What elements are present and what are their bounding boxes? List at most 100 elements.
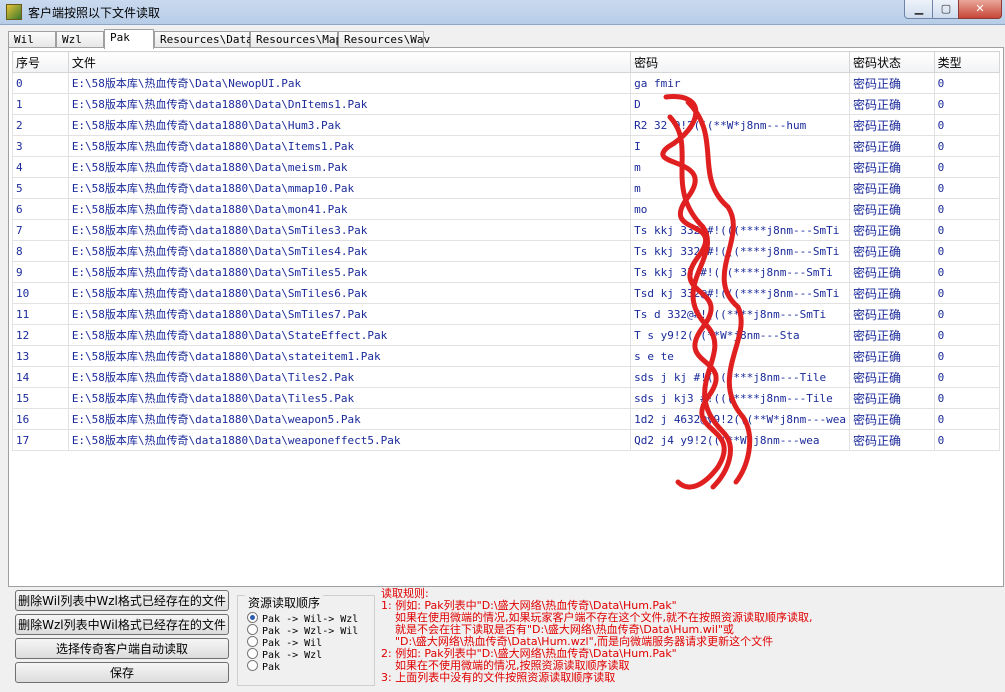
cell-password-status[interactable]: 密码正确 [849, 72, 935, 94]
tab-wil[interactable]: Wil [8, 31, 56, 48]
cell-type[interactable]: 0 [933, 114, 1000, 136]
tab-pak[interactable]: Pak [104, 29, 154, 49]
column-header-password[interactable]: 密码 [630, 51, 850, 73]
radio-icon[interactable] [247, 660, 258, 671]
cell-type[interactable]: 0 [933, 219, 1000, 241]
cell-file[interactable]: E:\58版本库\热血传奇\data1880\Data\stateitem1.P… [67, 345, 632, 367]
cell-password[interactable]: D [630, 93, 850, 115]
table-row[interactable]: 3 E:\58版本库\热血传奇\data1880\Data\Items1.Pak I… [12, 135, 1000, 157]
table-row[interactable]: 4 E:\58版本库\热血传奇\data1880\Data\meism.Pak m 密… [12, 156, 1000, 178]
table-row[interactable]: 13 E:\58版本库\热血传奇\data1880\Data\stateitem1… [12, 345, 1000, 367]
table-row[interactable]: 9 E:\58版本库\热血传奇\data1880\Data\SmTiles5.Pa… [12, 261, 1000, 283]
cell-password[interactable]: ga fmir [630, 72, 850, 94]
maximize-button[interactable]: ▢ [932, 0, 960, 19]
cell-type[interactable]: 0 [933, 261, 1000, 283]
cell-file[interactable]: E:\58版本库\热血传奇\data1880\Data\Tiles5.Pak [67, 387, 632, 409]
table-row[interactable]: 0 E:\58版本库\热血传奇\Data\NewopUI.Pak ga fmir 密码… [12, 72, 1000, 94]
table-row[interactable]: 8 E:\58版本库\热血传奇\data1880\Data\SmTiles4.Pa… [12, 240, 1000, 262]
cell-type[interactable]: 0 [933, 408, 1000, 430]
cell-password-status[interactable]: 密码正确 [849, 408, 935, 430]
cell-password-status[interactable]: 密码正确 [849, 93, 935, 115]
cell-index[interactable]: 2 [12, 114, 69, 136]
cell-password[interactable]: Ts kkj 332@#!(((****j8nm---SmTi [630, 219, 850, 241]
radio-selected-icon[interactable] [247, 612, 258, 623]
delete-wzl-duplicates-button[interactable]: 删除Wzl列表中Wil格式已经存在的文件 [15, 614, 229, 635]
cell-type[interactable]: 0 [933, 366, 1000, 388]
cell-index[interactable]: 16 [12, 408, 69, 430]
pak-file-grid[interactable]: 序号 文件 密码 密码状态 类型 0 E:\58版本库\热血传奇\Data\New… [12, 51, 1000, 583]
cell-index[interactable]: 15 [12, 387, 69, 409]
cell-file[interactable]: E:\58版本库\热血传奇\data1880\Data\mmap10.Pak [67, 177, 632, 199]
cell-index[interactable]: 11 [12, 303, 69, 325]
cell-password-status[interactable]: 密码正确 [849, 345, 935, 367]
cell-type[interactable]: 0 [933, 72, 1000, 94]
table-row[interactable]: 16 E:\58版本库\热血传奇\data1880\Data\weapon5.Pa… [12, 408, 1000, 430]
table-row[interactable]: 17 E:\58版本库\热血传奇\data1880\Data\weaponeffe… [12, 429, 1000, 451]
column-header-password-status[interactable]: 密码状态 [849, 51, 935, 73]
cell-file[interactable]: E:\58版本库\热血传奇\data1880\Data\weaponeffect… [67, 429, 632, 451]
cell-password-status[interactable]: 密码正确 [849, 366, 935, 388]
table-row[interactable]: 14 E:\58版本库\热血传奇\data1880\Data\Tiles2.Pak… [12, 366, 1000, 388]
radio-icon[interactable] [247, 624, 258, 635]
tab-resources-wav[interactable]: Resources\Wav [338, 31, 430, 48]
read-order-option-0[interactable]: Pak -> Wil-> Wzl [247, 612, 358, 625]
table-row[interactable]: 11 E:\58版本库\热血传奇\data1880\Data\SmTiles7.P… [12, 303, 1000, 325]
cell-file[interactable]: E:\58版本库\热血传奇\data1880\Data\SmTiles3.Pak [67, 219, 632, 241]
cell-password[interactable]: s e te [630, 345, 850, 367]
cell-password-status[interactable]: 密码正确 [849, 282, 935, 304]
cell-type[interactable]: 0 [933, 282, 1000, 304]
cell-password[interactable]: R2 32 9!2(((**W*j8nm---hum [630, 114, 850, 136]
read-order-option-2[interactable]: Pak -> Wil [247, 636, 322, 649]
delete-wil-duplicates-button[interactable]: 删除Wil列表中Wzl格式已经存在的文件 [15, 590, 229, 611]
cell-password-status[interactable]: 密码正确 [849, 219, 935, 241]
cell-password-status[interactable]: 密码正确 [849, 177, 935, 199]
cell-index[interactable]: 9 [12, 261, 69, 283]
column-header-file[interactable]: 文件 [67, 51, 632, 73]
cell-type[interactable]: 0 [933, 198, 1000, 220]
cell-password-status[interactable]: 密码正确 [849, 240, 935, 262]
cell-file[interactable]: E:\58版本库\热血传奇\Data\NewopUI.Pak [67, 72, 632, 94]
cell-index[interactable]: 1 [12, 93, 69, 115]
cell-index[interactable]: 3 [12, 135, 69, 157]
cell-password[interactable]: Ts d 332@#!(((****j8nm---SmTi [630, 303, 850, 325]
table-row[interactable]: 1 E:\58版本库\热血传奇\data1880\Data\DnItems1.Pa… [12, 93, 1000, 115]
cell-type[interactable]: 0 [933, 324, 1000, 346]
cell-type[interactable]: 0 [933, 303, 1000, 325]
cell-password[interactable]: Tsd kj 332@#!(((****j8nm---SmTi [630, 282, 850, 304]
table-row[interactable]: 12 E:\58版本库\热血传奇\data1880\Data\StateEffec… [12, 324, 1000, 346]
cell-file[interactable]: E:\58版本库\热血传奇\data1880\Data\meism.Pak [67, 156, 632, 178]
cell-password-status[interactable]: 密码正确 [849, 261, 935, 283]
column-header-type[interactable]: 类型 [933, 51, 1000, 73]
cell-file[interactable]: E:\58版本库\热血传奇\data1880\Data\mon41.Pak [67, 198, 632, 220]
cell-index[interactable]: 4 [12, 156, 69, 178]
cell-file[interactable]: E:\58版本库\热血传奇\data1880\Data\StateEffect.… [67, 324, 632, 346]
cell-index[interactable]: 5 [12, 177, 69, 199]
cell-password[interactable]: m [630, 177, 850, 199]
cell-password-status[interactable]: 密码正确 [849, 156, 935, 178]
cell-type[interactable]: 0 [933, 240, 1000, 262]
cell-file[interactable]: E:\58版本库\热血传奇\data1880\Data\Hum3.Pak [67, 114, 632, 136]
tab-resources-map[interactable]: Resources\Map [250, 31, 342, 48]
cell-password[interactable]: Ts kkj 33 #!(((****j8nm---SmTi [630, 261, 850, 283]
cell-password[interactable]: T s y9!2(((**W*j8nm---Sta [630, 324, 850, 346]
cell-index[interactable]: 6 [12, 198, 69, 220]
cell-index[interactable]: 14 [12, 366, 69, 388]
cell-type[interactable]: 0 [933, 345, 1000, 367]
cell-file[interactable]: E:\58版本库\热血传奇\data1880\Data\SmTiles7.Pak [67, 303, 632, 325]
table-row[interactable]: 2 E:\58版本库\热血传奇\data1880\Data\Hum3.Pak R2 … [12, 114, 1000, 136]
cell-index[interactable]: 12 [12, 324, 69, 346]
cell-password[interactable]: sds j kj #!(((****j8nm---Tile [630, 366, 850, 388]
cell-type[interactable]: 0 [933, 177, 1000, 199]
cell-type[interactable]: 0 [933, 93, 1000, 115]
cell-password-status[interactable]: 密码正确 [849, 303, 935, 325]
cell-type[interactable]: 0 [933, 156, 1000, 178]
cell-password-status[interactable]: 密码正确 [849, 135, 935, 157]
cell-type[interactable]: 0 [933, 429, 1000, 451]
tab-wzl[interactable]: Wzl [56, 31, 104, 48]
read-order-option-3[interactable]: Pak -> Wzl [247, 648, 322, 661]
cell-index[interactable]: 17 [12, 429, 69, 451]
cell-index[interactable]: 0 [12, 72, 69, 94]
cell-file[interactable]: E:\58版本库\热血传奇\data1880\Data\DnItems1.Pak [67, 93, 632, 115]
cell-file[interactable]: E:\58版本库\热血传奇\data1880\Data\SmTiles4.Pak [67, 240, 632, 262]
column-header-index[interactable]: 序号 [12, 51, 69, 73]
